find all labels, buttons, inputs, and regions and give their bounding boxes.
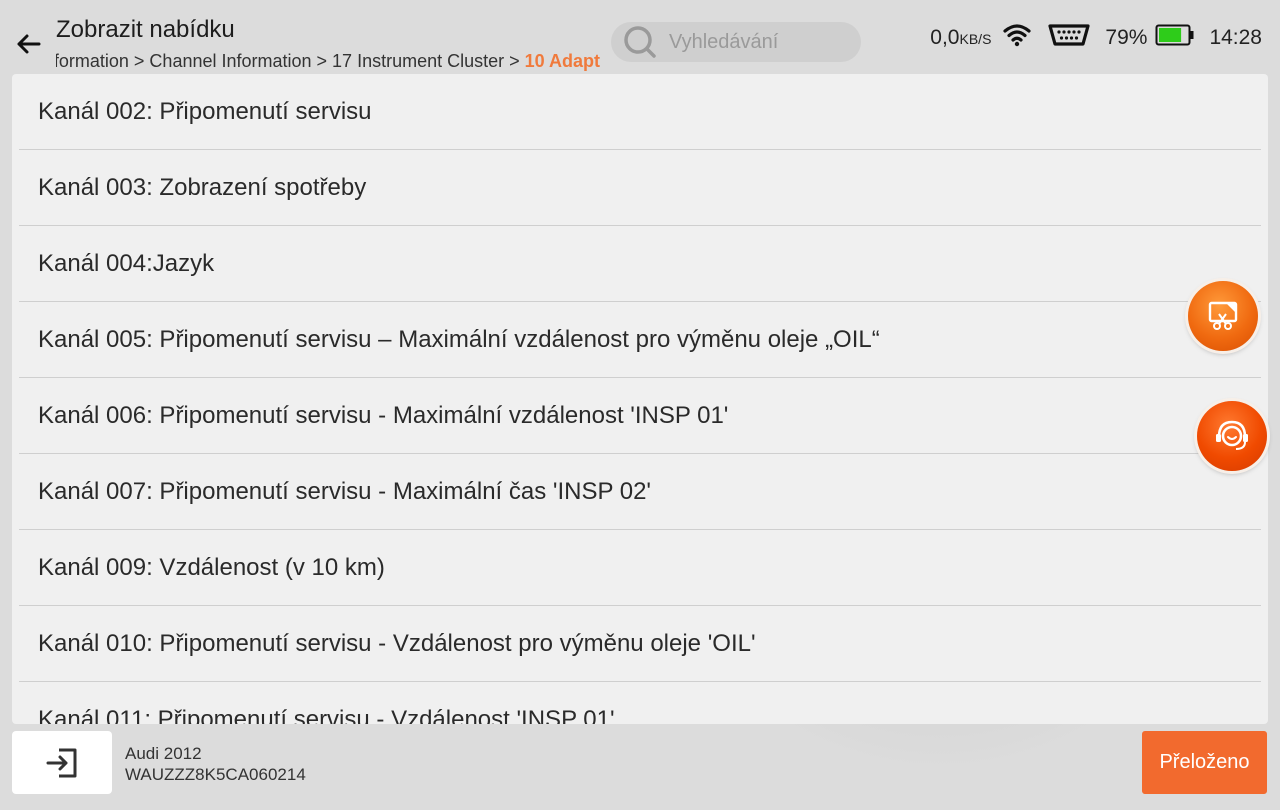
breadcrumb-current: 10 Adapt — [524, 51, 600, 71]
list-item[interactable]: Kanál 005: Připomenutí servisu – Maximál… — [19, 302, 1261, 378]
screenshot-button[interactable] — [1188, 281, 1258, 351]
vehicle-info: Audi 2012 WAUZZZ8K5CA060214 — [125, 743, 306, 785]
list-item[interactable]: Kanál 011: Připomenutí servisu - Vzdálen… — [19, 682, 1261, 725]
list-item[interactable]: Kanál 002: Připomenutí servisu — [19, 74, 1261, 150]
breadcrumb: Vehicle Information > Channel Informatio… — [56, 51, 600, 75]
vehicle-make-year: Audi 2012 — [125, 744, 202, 763]
search-bar[interactable] — [611, 22, 861, 62]
footer: Audi 2012 WAUZZZ8K5CA060214 Přeloženo — [0, 724, 1280, 800]
header: Zobrazit nabídku Vehicle Information > C… — [0, 0, 1280, 76]
screenshot-scissors-icon — [1208, 301, 1238, 330]
list-item[interactable]: Kanál 003: Zobrazení spotřeby — [19, 150, 1261, 226]
list-item[interactable]: Kanál 004:Jazyk — [19, 226, 1261, 302]
page-title: Zobrazit nabídku — [56, 16, 235, 43]
list-item[interactable]: Kanál 006: Připomenutí servisu - Maximál… — [19, 378, 1261, 454]
search-icon — [623, 25, 657, 59]
wifi-icon — [1003, 23, 1032, 53]
battery-icon — [1155, 24, 1195, 52]
back-button[interactable] — [12, 28, 44, 60]
support-headset-icon — [1216, 420, 1248, 450]
breadcrumb-path: Vehicle Information > Channel Informatio… — [56, 51, 520, 71]
translate-button[interactable]: Přeloženo — [1142, 731, 1267, 794]
network-speed: 0,0KB/S — [930, 26, 992, 49]
exit-icon — [46, 748, 77, 777]
battery-percent: 79% — [1105, 26, 1148, 49]
vci-connector-icon — [1047, 23, 1091, 53]
vehicle-vin: WAUZZZ8K5CA060214 — [125, 765, 306, 784]
list-item[interactable]: Kanál 009: Vzdálenost (v 10 km) — [19, 530, 1261, 606]
support-button[interactable] — [1197, 401, 1267, 471]
list-item[interactable]: Kanál 010: Připomenutí servisu - Vzdálen… — [19, 606, 1261, 682]
exit-button[interactable] — [12, 731, 112, 794]
status-bar: 0,0KB/S 79% 14:28 — [930, 22, 1262, 54]
list-item[interactable]: Kanál 007: Připomenutí servisu - Maximál… — [19, 454, 1261, 530]
arrow-left-icon — [17, 34, 41, 54]
channel-list: Kanál 002: Připomenutí servisu Kanál 003… — [12, 74, 1268, 724]
search-input[interactable] — [667, 29, 841, 55]
clock: 14:28 — [1209, 26, 1262, 49]
